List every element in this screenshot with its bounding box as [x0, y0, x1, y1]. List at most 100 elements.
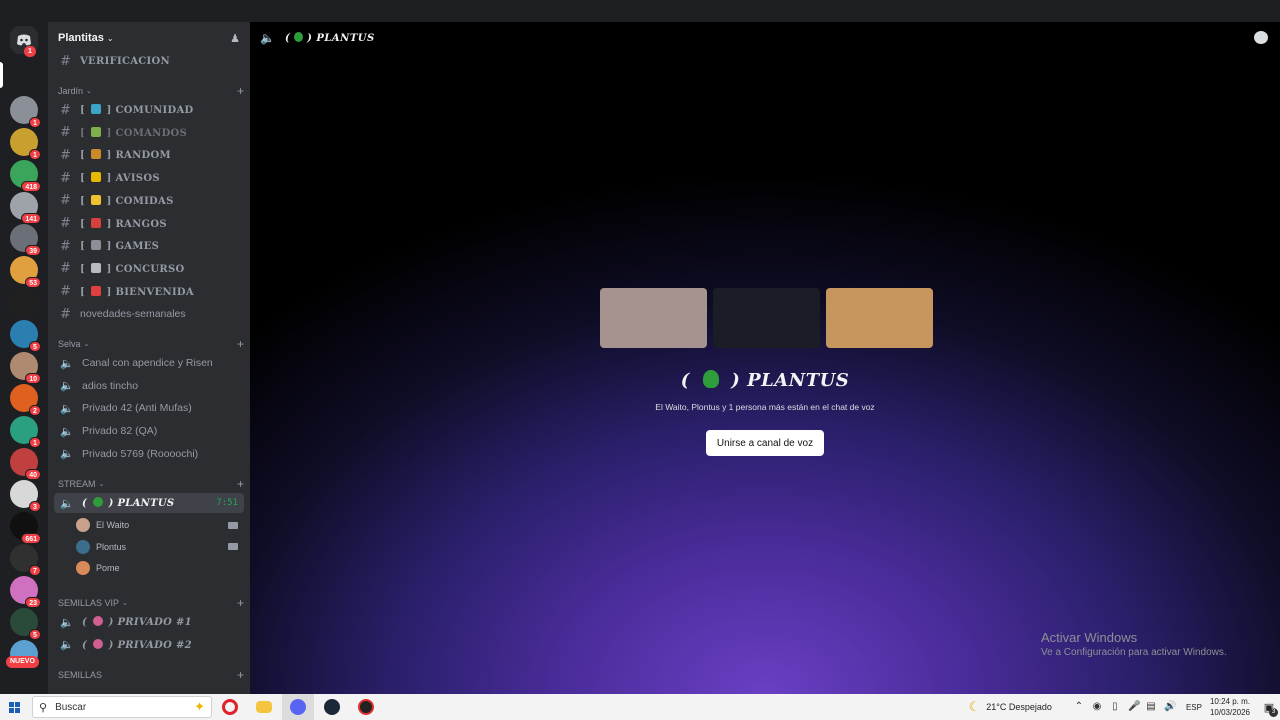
- join-voice-button[interactable]: Unirse a canal de voz: [706, 430, 824, 456]
- opera-taskbar-button[interactable]: [214, 694, 246, 720]
- add-channel-icon[interactable]: +: [237, 668, 244, 682]
- channel-label-wrap: ( ) PRIVADO #1: [82, 616, 192, 628]
- text-channel[interactable]: # novedades-semanales: [54, 304, 244, 324]
- server-icon[interactable]: 40: [10, 448, 41, 480]
- voice-channel[interactable]: 🔈 adios tincho: [54, 376, 244, 396]
- server-icon[interactable]: [10, 288, 38, 316]
- server-icon[interactable]: 39: [10, 224, 41, 256]
- file-explorer-taskbar-button[interactable]: [248, 694, 280, 720]
- participant-tile[interactable]: [600, 288, 707, 348]
- server-icon[interactable]: 1: [10, 128, 41, 160]
- app-taskbar-button[interactable]: [350, 694, 382, 720]
- channel-label-wrap: [ ] CONCURSO: [80, 262, 185, 275]
- weather-widget[interactable]: ☾ 21°C Despejado: [969, 699, 1052, 715]
- channel-label: COMUNIDAD: [115, 105, 194, 116]
- text-channel[interactable]: # [ ] COMIDAS: [54, 191, 244, 211]
- taskbar-search[interactable]: ⚲ Buscar ✦: [32, 696, 212, 718]
- voice-user-name: Pome: [96, 563, 120, 573]
- header-title-wrap: ( ) PLANTUS: [284, 32, 375, 44]
- windows-taskbar: ⚲ Buscar ✦ ☾ 21°C Despejado ⌃ ◉ ▯ 🎤 ▤ 🔊 …: [0, 694, 1280, 720]
- start-button[interactable]: [0, 694, 28, 720]
- channel-label: novedades-semanales: [80, 308, 186, 321]
- home-badge: 1: [24, 46, 36, 57]
- hash-icon: #: [60, 284, 71, 300]
- hash-icon: #: [60, 238, 71, 254]
- moon-icon: ☾: [968, 699, 981, 714]
- text-channel[interactable]: # [ ] GAMES: [54, 236, 244, 256]
- text-channel[interactable]: # [ ] CONCURSO: [54, 259, 244, 279]
- voice-user[interactable]: Pome: [76, 558, 244, 578]
- tree-emoji-icon: [294, 32, 304, 42]
- voice-channel[interactable]: 🔈 ( ) PRIVADO #2: [54, 635, 244, 655]
- server-icon[interactable]: 141: [10, 192, 41, 224]
- participant-tile[interactable]: [826, 288, 933, 348]
- voice-user[interactable]: El Waito: [76, 515, 244, 535]
- server-icon[interactable]: 1: [10, 96, 41, 128]
- server-icon[interactable]: 23: [10, 576, 41, 608]
- text-channel[interactable]: # [ ] COMANDOS: [54, 123, 244, 143]
- discord-taskbar-button[interactable]: [282, 694, 314, 720]
- category-jardin[interactable]: Jardín ⌄ +: [58, 84, 244, 98]
- add-channel-icon[interactable]: +: [237, 477, 244, 491]
- server-icon[interactable]: 7: [10, 544, 41, 576]
- add-channel-icon[interactable]: +: [237, 337, 244, 351]
- microphone-icon[interactable]: 🎤: [1128, 702, 1140, 712]
- steam-taskbar-button[interactable]: [316, 694, 348, 720]
- discord-home-button[interactable]: 1: [10, 26, 38, 57]
- hash-icon: #: [60, 53, 71, 69]
- server-icon[interactable]: 53: [10, 256, 41, 288]
- tulip-emoji-icon: [92, 616, 103, 626]
- discord-logo-icon: [17, 34, 31, 46]
- voice-channel[interactable]: 🔈 Privado 82 (QA): [54, 421, 244, 441]
- record-icon[interactable]: ◉: [1092, 702, 1102, 712]
- server-icon[interactable]: 418: [10, 160, 41, 192]
- speaker-icon: 🔈: [60, 380, 74, 393]
- volume-icon[interactable]: 🔊: [1164, 702, 1176, 712]
- channel-label-wrap: [ ] GAMES: [80, 240, 160, 253]
- server-icon[interactable]: 5: [10, 320, 41, 352]
- category-label: SEMILLAS VIP: [58, 598, 120, 608]
- weather-text: 21°C Despejado: [986, 702, 1052, 712]
- category-semillas-vip[interactable]: SEMILLAS VIP ⌄ +: [58, 596, 244, 610]
- channel-verificacion[interactable]: # VERIFICACION: [54, 51, 244, 71]
- server-icon[interactable]: 1: [10, 416, 41, 448]
- server-icon[interactable]: 2: [10, 384, 41, 416]
- text-channel[interactable]: # [ ] RANGOS: [54, 214, 244, 234]
- add-channel-icon[interactable]: +: [237, 596, 244, 610]
- voice-user[interactable]: Plontus: [76, 537, 244, 557]
- text-channel[interactable]: # [ ] COMUNIDAD: [54, 100, 244, 120]
- clock[interactable]: 10:24 p. m. 10/03/2026: [1210, 696, 1250, 718]
- category-stream[interactable]: STREAM ⌄ +: [58, 477, 244, 491]
- chat-bubble-icon[interactable]: [1254, 31, 1268, 44]
- server-icon[interactable]: 10: [10, 352, 41, 384]
- chevron-down-icon: ⌄: [98, 481, 105, 488]
- add-channel-icon[interactable]: +: [237, 84, 244, 98]
- chevron-up-icon[interactable]: ⌃: [1074, 702, 1084, 712]
- server-icon[interactable]: 5: [10, 608, 41, 640]
- device-icon[interactable]: ▯: [1110, 702, 1120, 712]
- voice-channel[interactable]: 🔈 Privado 42 (Anti Mufas): [54, 398, 244, 418]
- category-selva[interactable]: Selva ⌄ +: [58, 337, 244, 351]
- voice-channel[interactable]: 🔈 Canal con apendice y Risen: [54, 353, 244, 373]
- watermark-subtitle: Ve a Configuración para activar Windows.: [1041, 647, 1227, 658]
- language-indicator[interactable]: ESP: [1186, 703, 1202, 712]
- notification-center-button[interactable]: ▣ 3: [1258, 694, 1280, 720]
- server-name: Plantitas: [58, 32, 104, 44]
- text-channel[interactable]: # [ ] RANDOM: [54, 145, 244, 165]
- text-channel[interactable]: # [ ] AVISOS: [54, 168, 244, 188]
- server-icon[interactable]: 661: [10, 512, 41, 544]
- server-badge: 53: [25, 277, 41, 288]
- network-icon[interactable]: ▤: [1146, 702, 1156, 712]
- category-semillas[interactable]: SEMILLAS +: [58, 668, 244, 682]
- server-icon[interactable]: 3: [10, 480, 41, 512]
- voice-channel-plantus[interactable]: 🔈 ( ) PLANTUS 7:51: [54, 493, 244, 513]
- voice-channel[interactable]: 🔈 Privado 5769 (Roooochi): [54, 444, 244, 464]
- voice-channel[interactable]: 🔈 ( ) PRIVADO #1: [54, 612, 244, 632]
- voice-user-name: Plontus: [96, 541, 127, 552]
- invite-people-icon[interactable]: ♟: [230, 32, 240, 45]
- text-channel[interactable]: # [ ] BIENVENIDA: [54, 282, 244, 302]
- channel-label: Privado 82 (QA): [82, 425, 158, 438]
- participant-tile[interactable]: [713, 288, 820, 348]
- server-header[interactable]: Plantitas ⌄ ♟: [48, 22, 250, 54]
- channel-emoji-icon: [90, 194, 101, 205]
